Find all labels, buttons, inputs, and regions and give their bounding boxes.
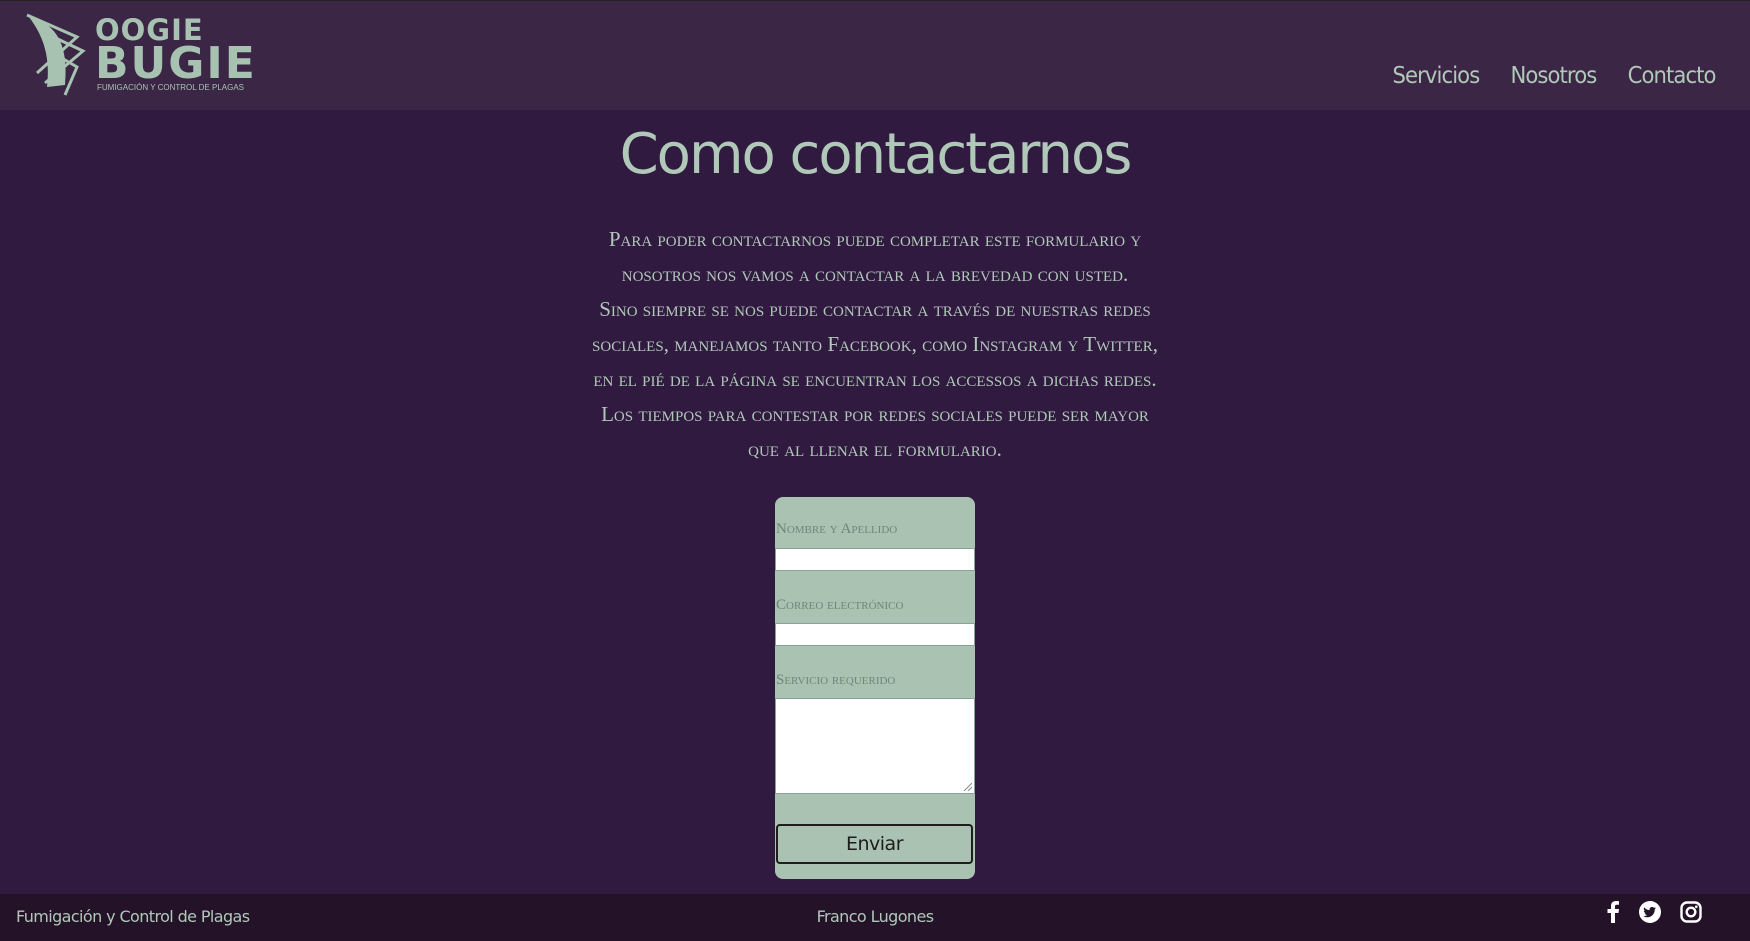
- resize-grip-icon[interactable]: [962, 781, 972, 791]
- twitter-icon[interactable]: [1638, 900, 1662, 929]
- bug-logo-icon: [26, 13, 86, 96]
- social-links: [1606, 900, 1702, 929]
- submit-button[interactable]: Enviar: [776, 824, 973, 864]
- service-field-label: Servicio requerido: [776, 672, 896, 688]
- footer-tagline: Fumigación y Control de Plagas: [16, 907, 250, 926]
- email-field-label: Correo electrónico: [776, 597, 904, 613]
- nav-link-servicios[interactable]: Servicios: [1392, 63, 1480, 89]
- description-paragraph: Para poder contactarnos puede completar …: [608, 227, 1142, 286]
- logo-tagline: FUMIGACIÓN Y CONTROL DE PLAGAS: [97, 83, 244, 92]
- contact-form: Nombre y Apellido Correo electrónico Ser…: [775, 497, 975, 879]
- site-footer: Fumigación y Control de Plagas Franco Lu…: [0, 894, 1750, 941]
- description-paragraph: Sino siempre se nos puede contactar a tr…: [592, 297, 1158, 391]
- description-paragraph: Los tiempos para contestar por redes soc…: [601, 402, 1149, 461]
- service-textarea[interactable]: [775, 698, 975, 794]
- site-header: OOGIE BUGIE FUMIGACIÓN Y CONTROL DE PLAG…: [0, 0, 1750, 110]
- nav-link-nosotros[interactable]: Nosotros: [1511, 63, 1598, 89]
- main-nav: Servicios Nosotros Contacto: [1385, 63, 1717, 89]
- name-field-label: Nombre y Apellido: [776, 521, 898, 537]
- instagram-icon[interactable]: [1680, 901, 1702, 928]
- facebook-icon[interactable]: [1606, 901, 1620, 928]
- footer-author: Franco Lugones: [816, 907, 934, 926]
- site-logo[interactable]: OOGIE BUGIE FUMIGACIÓN Y CONTROL DE PLAG…: [25, 13, 255, 99]
- contact-description: Para poder contactarnos puede completar …: [585, 222, 1165, 467]
- nav-link-contacto[interactable]: Contacto: [1628, 63, 1717, 89]
- logo-text-bugie: BUGIE: [95, 38, 257, 89]
- email-field[interactable]: [775, 623, 975, 646]
- page-title: Como contactarnos: [619, 122, 1133, 187]
- name-field[interactable]: [775, 548, 975, 571]
